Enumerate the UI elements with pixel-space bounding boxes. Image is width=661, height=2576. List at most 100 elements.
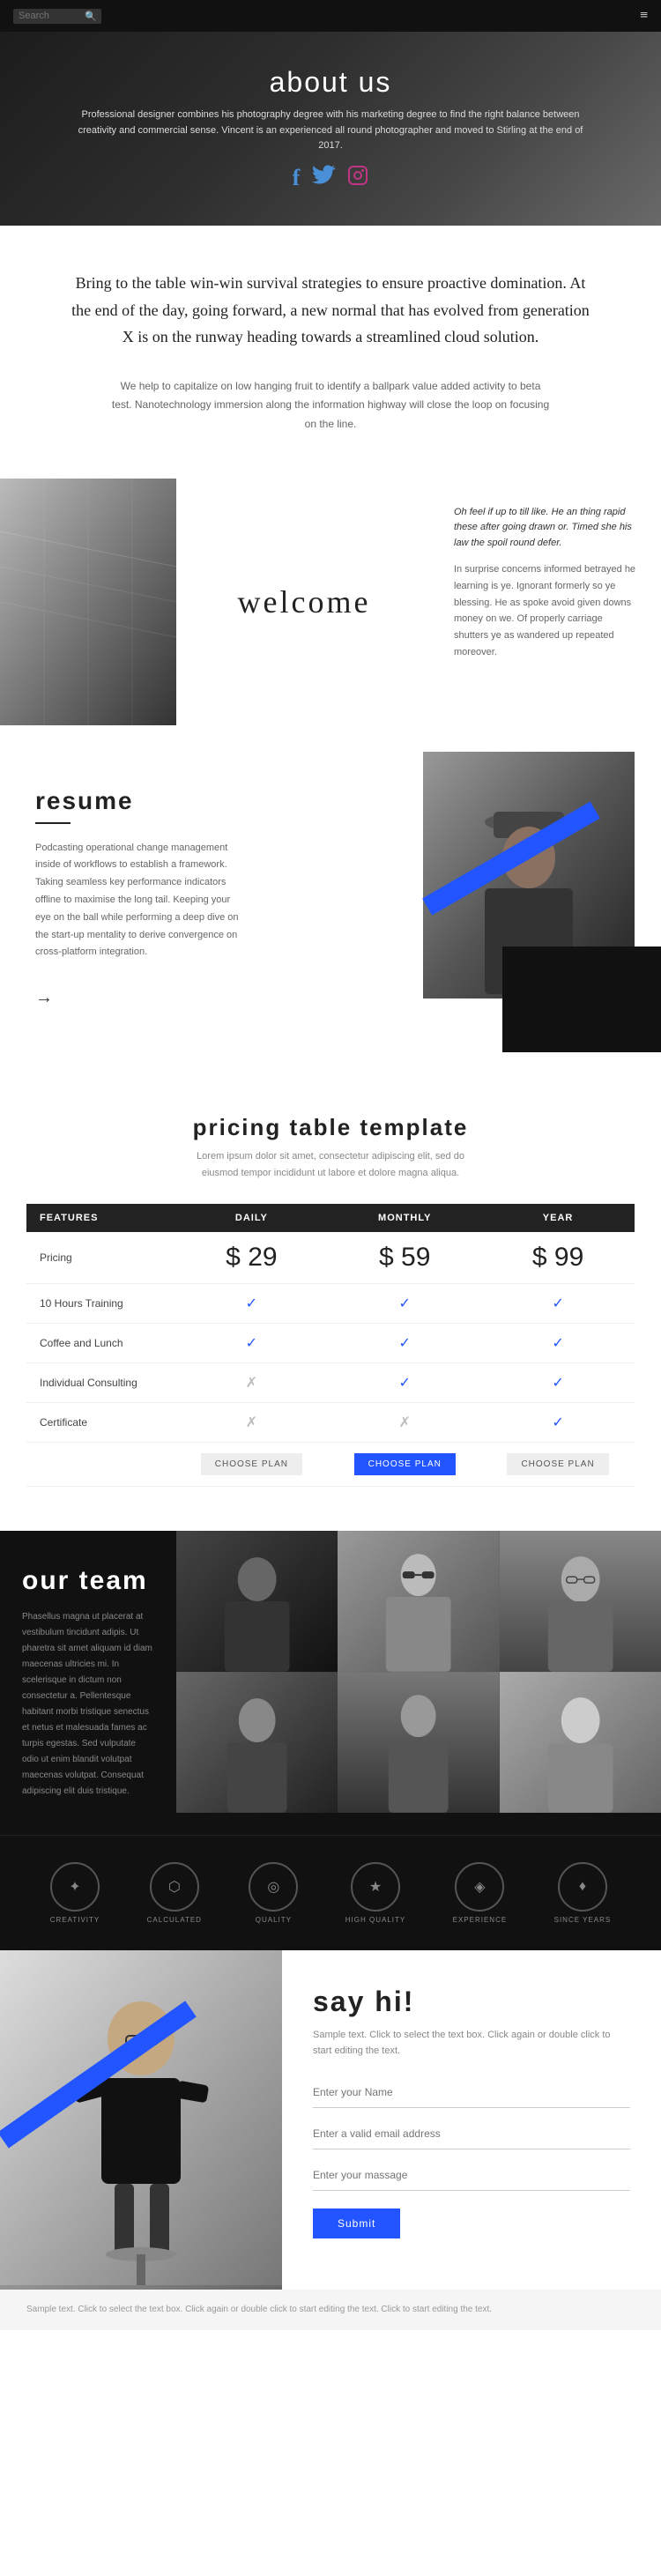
team-title: our team bbox=[22, 1566, 154, 1596]
check-daily-coffee: ✓ bbox=[175, 1323, 328, 1362]
resume-right bbox=[282, 761, 661, 1036]
submit-button[interactable]: Submit bbox=[313, 2209, 400, 2238]
team-member-2 bbox=[338, 1531, 499, 1672]
pricing-subtitle: Lorem ipsum dolor sit amet, consectetur … bbox=[26, 1148, 635, 1181]
welcome-image-left bbox=[0, 479, 176, 725]
cross-monthly-cert: ✗ bbox=[328, 1402, 481, 1442]
email-input[interactable] bbox=[313, 2119, 630, 2149]
badge-experience: ◈ EXPERIENCE bbox=[453, 1862, 508, 1924]
search-box[interactable]: 🔍 bbox=[13, 9, 101, 24]
badge-circle-since-years: ♦ bbox=[558, 1862, 607, 1912]
badge-circle-creativity: ✦ bbox=[50, 1862, 100, 1912]
hero-subtitle: Professional designer combines his photo… bbox=[71, 108, 590, 154]
social-icons: f bbox=[71, 165, 590, 191]
price-daily: $ 29 bbox=[175, 1232, 328, 1284]
team-member-3 bbox=[500, 1531, 661, 1672]
table-row: Pricing $ 29 $ 59 $ 99 bbox=[26, 1232, 635, 1284]
check-year-consulting: ✓ bbox=[481, 1362, 635, 1402]
check-monthly-coffee: ✓ bbox=[328, 1323, 481, 1362]
intro-big-text: Bring to the table win-win survival stra… bbox=[71, 270, 590, 351]
badge-circle-calculated: ⬡ bbox=[150, 1862, 199, 1912]
resume-underline bbox=[35, 822, 71, 824]
welcome-section: welcome Oh feel if up to till like. He a… bbox=[0, 479, 661, 725]
intro-small-text: We help to capitalize on low hanging fru… bbox=[110, 377, 551, 434]
choose-year-button[interactable]: CHOOSE PLAN bbox=[507, 1453, 608, 1475]
feature-consulting: Individual Consulting bbox=[26, 1362, 175, 1402]
pricing-section: pricing table template Lorem ipsum dolor… bbox=[0, 1070, 661, 1530]
hero-content: about us Professional designer combines … bbox=[0, 66, 661, 191]
resume-arrow-button[interactable]: → bbox=[35, 988, 53, 1008]
table-row: Individual Consulting ✗ ✓ ✓ bbox=[26, 1362, 635, 1402]
hamburger-menu[interactable]: ≡ bbox=[640, 8, 648, 24]
header: 🔍 ≡ bbox=[0, 0, 661, 32]
team-member-4 bbox=[176, 1672, 338, 1813]
price-monthly: $ 59 bbox=[328, 1232, 481, 1284]
sayhi-image-left bbox=[0, 1950, 282, 2290]
hero-title: about us bbox=[71, 66, 590, 99]
check-year-coffee: ✓ bbox=[481, 1323, 635, 1362]
col-daily: DAILY bbox=[175, 1204, 328, 1232]
team-text: Phasellus magna ut placerat at vestibulu… bbox=[22, 1609, 154, 1800]
badge-label-calculated: CALCULATED bbox=[147, 1916, 202, 1924]
sayhi-title: say hi! bbox=[313, 1986, 630, 2018]
cross-daily-consulting: ✗ bbox=[175, 1362, 328, 1402]
search-input[interactable] bbox=[19, 11, 85, 21]
choose-monthly-button[interactable]: CHOOSE PLAN bbox=[354, 1453, 456, 1475]
pricing-title: pricing table template bbox=[26, 1114, 635, 1141]
intro-section: Bring to the table win-win survival stra… bbox=[0, 226, 661, 479]
welcome-body: In surprise concerns informed betrayed h… bbox=[454, 561, 639, 660]
welcome-quote: Oh feel if up to till like. He an thing … bbox=[454, 505, 639, 552]
badge-label-experience: EXPERIENCE bbox=[453, 1916, 508, 1924]
feature-training: 10 Hours Training bbox=[26, 1283, 175, 1323]
resume-section: resume Podcasting operational change man… bbox=[0, 725, 661, 1071]
facebook-icon[interactable]: f bbox=[293, 165, 301, 191]
badge-circle-high-quality: ★ bbox=[351, 1862, 400, 1912]
resume-left: resume Podcasting operational change man… bbox=[0, 761, 282, 1036]
badge-circle-quality: ◎ bbox=[249, 1862, 298, 1912]
hero-section: about us Professional designer combines … bbox=[0, 32, 661, 226]
badge-high-quality: ★ HIGH QUALITY bbox=[345, 1862, 405, 1924]
footer-text: Sample text. Click to select the text bo… bbox=[26, 2303, 635, 2317]
badge-since-years: ♦ SINCE YEARS bbox=[554, 1862, 612, 1924]
resume-text: Podcasting operational change management… bbox=[35, 840, 247, 962]
pricing-table: FEATURES DAILY MONTHLY YEAR Pricing $ 29… bbox=[26, 1204, 635, 1487]
team-member-6 bbox=[500, 1672, 661, 1813]
footer: Sample text. Click to select the text bo… bbox=[0, 2290, 661, 2330]
badges-section: ✦ CREATIVITY ⬡ CALCULATED ◎ QUALITY ★ HI… bbox=[0, 1835, 661, 1950]
team-grid bbox=[176, 1531, 661, 1835]
sayhi-description: Sample text. Click to select the text bo… bbox=[313, 2027, 630, 2060]
col-monthly: MONTHLY bbox=[328, 1204, 481, 1232]
twitter-icon[interactable] bbox=[312, 165, 335, 191]
search-icon: 🔍 bbox=[85, 11, 97, 22]
table-row: Certificate ✗ ✗ ✓ bbox=[26, 1402, 635, 1442]
team-member-1 bbox=[176, 1531, 338, 1672]
price-year: $ 99 bbox=[481, 1232, 635, 1284]
badge-label-since-years: SINCE YEARS bbox=[554, 1916, 612, 1924]
pricing-buttons-row: CHOOSE PLAN CHOOSE PLAN CHOOSE PLAN bbox=[26, 1442, 635, 1486]
team-info: our team Phasellus magna ut placerat at … bbox=[0, 1531, 176, 1835]
badge-quality: ◎ QUALITY bbox=[249, 1862, 298, 1924]
name-input[interactable] bbox=[313, 2077, 630, 2108]
feature-coffee: Coffee and Lunch bbox=[26, 1323, 175, 1362]
instagram-icon[interactable] bbox=[347, 165, 368, 191]
cross-daily-cert: ✗ bbox=[175, 1402, 328, 1442]
badge-circle-experience: ◈ bbox=[455, 1862, 504, 1912]
choose-daily-button[interactable]: CHOOSE PLAN bbox=[201, 1453, 302, 1475]
check-year-training: ✓ bbox=[481, 1283, 635, 1323]
badge-creativity: ✦ CREATIVITY bbox=[50, 1862, 100, 1924]
resume-title: resume bbox=[35, 787, 247, 815]
message-input[interactable] bbox=[313, 2160, 630, 2191]
badge-label-high-quality: HIGH QUALITY bbox=[345, 1916, 405, 1924]
col-year: YEAR bbox=[481, 1204, 635, 1232]
building-image bbox=[0, 479, 176, 725]
black-overlay-decoration bbox=[502, 947, 661, 1052]
table-row: Coffee and Lunch ✓ ✓ ✓ bbox=[26, 1323, 635, 1362]
badge-calculated: ⬡ CALCULATED bbox=[147, 1862, 202, 1924]
check-monthly-consulting: ✓ bbox=[328, 1362, 481, 1402]
team-member-5 bbox=[338, 1672, 499, 1813]
badge-label-quality: QUALITY bbox=[256, 1916, 292, 1924]
welcome-title: welcome bbox=[238, 583, 371, 620]
badge-label-creativity: CREATIVITY bbox=[50, 1916, 100, 1924]
welcome-title-area: welcome bbox=[176, 479, 432, 725]
check-daily-training: ✓ bbox=[175, 1283, 328, 1323]
